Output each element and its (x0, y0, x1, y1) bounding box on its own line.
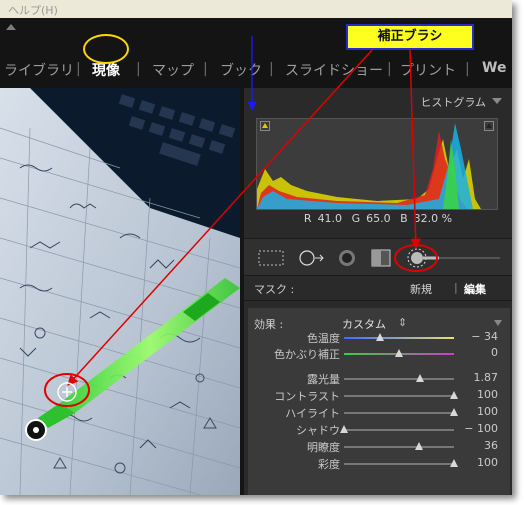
r-value: 41.0 (317, 212, 343, 225)
collapse-top-panel-icon[interactable] (6, 24, 16, 30)
adjustment-slider-track[interactable] (344, 395, 454, 397)
adjustment-label: 露光量 (307, 373, 340, 386)
shadow-clipping-icon[interactable] (260, 121, 270, 131)
adjustment-slider-thumb[interactable] (450, 408, 458, 416)
menu-help[interactable]: ヘルプ(H) (8, 2, 58, 18)
effect-stepper-icon[interactable]: ⇕ (398, 316, 407, 329)
brush-adjustments-panel: 効果 : カスタム ⇕ 色温度 − 34 色かぶり補正 0 露光量 1.87 コントラスト 1… (248, 308, 510, 495)
red-eye-icon[interactable] (334, 249, 360, 267)
mask-label: マスク : (254, 283, 295, 296)
adjustment-value[interactable]: 100 (477, 388, 498, 401)
histogram-curves (257, 123, 481, 209)
histogram-title[interactable]: ヒストグラム (420, 94, 486, 110)
adjustment-slider-track[interactable] (344, 463, 454, 465)
adjustment-slider-thumb[interactable] (414, 442, 423, 450)
adjustment-row: 色かぶり補正 0 (248, 346, 510, 362)
mask-new-button[interactable]: 新規 (410, 281, 432, 297)
module-separator: | (76, 61, 81, 77)
effect-panel-menu-icon[interactable] (494, 320, 502, 326)
module-slideshow[interactable]: スライドショー (285, 60, 383, 80)
adjustment-label: 色温度 (307, 332, 340, 345)
adjustment-slider-thumb[interactable] (376, 333, 385, 341)
adjustment-value[interactable]: 0 (491, 346, 498, 359)
adjustment-slider-track[interactable] (344, 337, 454, 339)
adjustment-label: 彩度 (318, 458, 340, 471)
mask-row: マスク : 新規 | 編集 (244, 276, 512, 301)
adjustment-label: コントラスト (274, 390, 340, 403)
adjustment-slider-thumb[interactable] (415, 374, 424, 382)
b-label: B (400, 212, 408, 225)
adjustment-row: 色温度 − 34 (248, 330, 510, 346)
adjustment-label: ハイライト (285, 407, 340, 420)
adjustment-label: 明瞭度 (307, 441, 340, 454)
module-separator: | (387, 61, 392, 77)
adjustment-slider-track[interactable] (344, 412, 454, 414)
adjustment-slider-track[interactable] (344, 378, 454, 380)
adjustment-slider-track[interactable] (344, 429, 454, 431)
adjustment-value[interactable]: − 34 (471, 330, 498, 343)
adjustment-value[interactable]: 100 (477, 456, 498, 469)
adjustment-label: シャドウ (296, 424, 340, 437)
module-map[interactable]: マップ (152, 60, 194, 80)
mask-edit-button[interactable]: 編集 (464, 281, 486, 297)
adjustment-value[interactable]: − 100 (464, 422, 498, 435)
adjustment-row: 彩度 100 (248, 456, 510, 472)
module-separator: | (269, 61, 274, 77)
module-separator: | (203, 61, 208, 77)
adjustment-row: 露光量 1.87 (248, 371, 510, 387)
b-value: 32.0 % (413, 212, 453, 225)
app-window: ヘルプ(H) ライブラリ | 現像 | マップ | ブック | スライドショー … (0, 0, 512, 495)
adjustment-brush-icon[interactable] (404, 245, 504, 271)
module-book[interactable]: ブック (220, 60, 262, 80)
adjustment-row: シャドウ − 100 (248, 422, 510, 438)
r-label: R (303, 212, 312, 225)
spot-removal-icon[interactable] (296, 249, 326, 267)
adjustment-value[interactable]: 1.87 (474, 371, 499, 384)
histogram-graph (256, 118, 498, 210)
photo-preview[interactable] (0, 88, 240, 495)
adjustment-row: ハイライト 100 (248, 405, 510, 421)
adjustment-slider-track[interactable] (344, 446, 454, 448)
adjustment-slider-thumb[interactable] (450, 459, 458, 467)
module-separator: | (136, 61, 141, 77)
photo-image (0, 88, 240, 495)
brush-callout: 補正ブラシ (346, 24, 474, 50)
module-separator: | (465, 61, 470, 77)
develop-right-panel: ヒストグラム R 41.0 G 65.0 B 32.0 % マスク : 新規 |… (240, 88, 512, 495)
g-label: G (351, 212, 361, 225)
module-library[interactable]: ライブラリ (4, 60, 74, 80)
crop-overlay-icon[interactable] (256, 249, 286, 267)
adjustment-label: 色かぶり補正 (274, 348, 340, 361)
highlight-clipping-icon[interactable] (484, 121, 494, 131)
graduated-filter-icon[interactable] (368, 249, 394, 267)
tool-strip (244, 238, 512, 276)
g-value: 65.0 (366, 212, 391, 225)
adjustment-row: コントラスト 100 (248, 388, 510, 404)
menu-bar: ヘルプ(H) (0, 0, 512, 19)
adjustment-value[interactable]: 100 (477, 405, 498, 418)
mask-separator: | (454, 281, 458, 294)
adjustment-slider-thumb[interactable] (395, 349, 403, 357)
rgb-readout: R 41.0 G 65.0 B 32.0 % (244, 212, 512, 225)
module-print[interactable]: プリント (400, 60, 456, 80)
module-web[interactable]: We (482, 60, 506, 76)
collapse-histogram-icon[interactable] (492, 98, 502, 104)
adjustment-row: 明瞭度 36 (248, 439, 510, 455)
adjustment-slider-thumb[interactable] (450, 391, 458, 399)
adjustment-slider-thumb[interactable] (340, 425, 348, 433)
develop-highlight-ellipse (83, 34, 129, 64)
adjustment-value[interactable]: 36 (484, 439, 498, 452)
